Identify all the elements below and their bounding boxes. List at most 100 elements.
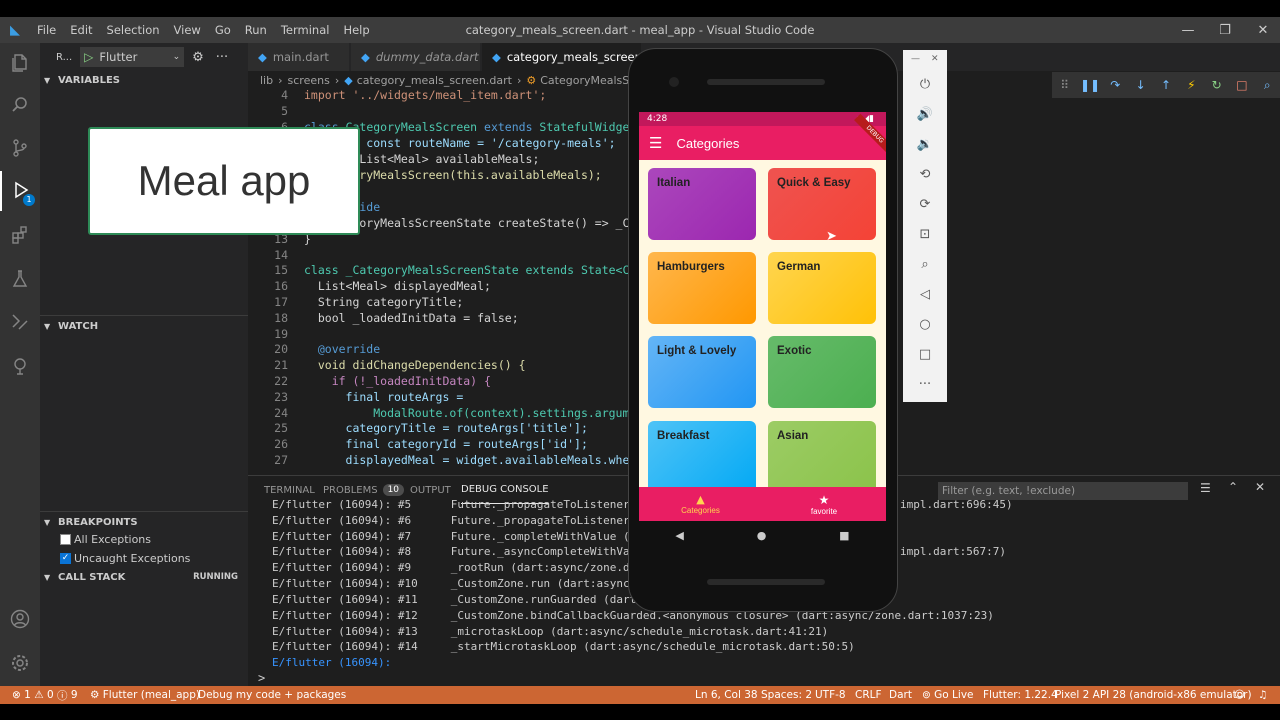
category-card[interactable]: German: [768, 252, 876, 324]
console-input[interactable]: >: [258, 671, 265, 685]
maximize-button[interactable]: ❐: [1205, 17, 1245, 43]
code-line: final categoryId = routeArgs['id'];: [304, 437, 588, 451]
pause-icon[interactable]: ❚❚: [1077, 72, 1102, 98]
menu-run[interactable]: Run: [238, 23, 274, 37]
source-control-icon[interactable]: [0, 128, 40, 168]
indentation[interactable]: Spaces: 2: [761, 686, 812, 704]
volume-down-icon[interactable]: 🔉: [903, 129, 947, 159]
breadcrumb-file[interactable]: category_meals_screen.dart: [357, 74, 512, 87]
emu-minimize-icon[interactable]: —: [911, 54, 920, 64]
back-icon[interactable]: ◀: [675, 529, 683, 542]
breadcrumb-lib[interactable]: lib: [260, 74, 273, 87]
bp-uncaught-exceptions[interactable]: ✓ Uncaught Exceptions: [60, 552, 190, 565]
inspect-icon[interactable]: ⌕: [1255, 72, 1280, 98]
bp-all-exceptions[interactable]: All Exceptions: [60, 533, 151, 546]
problems-status[interactable]: ⊗ 1 ⚠ 0 ⓘ 9: [12, 686, 78, 704]
explorer-icon[interactable]: [0, 43, 40, 83]
debug-config-select[interactable]: ▷ Flutter ⌄: [80, 47, 185, 67]
step-out-icon[interactable]: ↑: [1153, 72, 1178, 98]
checkbox-unchecked[interactable]: [60, 534, 71, 545]
zoom-icon[interactable]: ⌕: [903, 249, 947, 279]
home-circle-icon[interactable]: ○: [903, 309, 947, 339]
step-over-icon[interactable]: ↷: [1103, 72, 1128, 98]
tab-dummy-data[interactable]: ◆ dummy_data.dart: [351, 43, 481, 71]
flutter-version[interactable]: Flutter: 1.22.4: [983, 686, 1058, 704]
testing-flask-icon[interactable]: [0, 259, 40, 299]
category-card[interactable]: Quick & Easy: [768, 168, 876, 240]
recents-icon[interactable]: ■: [839, 529, 849, 542]
variables-header-label: VARIABLES: [58, 74, 120, 86]
variables-section-header[interactable]: ▼ VARIABLES: [40, 69, 248, 91]
phone-screen[interactable]: 4:28▾◢▮ ☰ Categories DEBUG Italian Quick …: [639, 112, 886, 521]
breakpoints-section-header[interactable]: ▼ BREAKPOINTS: [40, 511, 248, 533]
emu-close-icon[interactable]: ✕: [931, 54, 939, 64]
category-card[interactable]: Light & Lovely: [648, 336, 756, 408]
minimize-button[interactable]: —: [1168, 17, 1208, 43]
nav-favorite[interactable]: ★ favorite: [762, 487, 886, 521]
cursor-position[interactable]: Ln 6, Col 38: [695, 686, 758, 704]
menu-terminal[interactable]: Terminal: [274, 23, 337, 37]
language-mode[interactable]: Dart: [889, 686, 912, 704]
overview-square-icon[interactable]: □: [903, 339, 947, 369]
run-debug-icon[interactable]: 1: [0, 171, 40, 211]
nav-categories[interactable]: ▲ Categories: [639, 487, 762, 521]
menu-help[interactable]: Help: [336, 23, 376, 37]
line-number: 22: [274, 374, 288, 388]
remote-explorer-icon[interactable]: [0, 302, 40, 342]
search-icon[interactable]: [0, 85, 40, 125]
more-actions-icon[interactable]: ···: [216, 50, 228, 65]
clear-console-icon[interactable]: ☰: [1200, 481, 1211, 495]
drag-handle-icon[interactable]: ⠿: [1052, 72, 1077, 98]
code-line: categoryTitle = routeArgs['title'];: [304, 421, 588, 435]
feedback-icon[interactable]: ☺: [1234, 686, 1245, 704]
maximize-panel-icon[interactable]: ⌃: [1228, 480, 1238, 494]
menu-go[interactable]: Go: [208, 23, 238, 37]
hot-reload-icon[interactable]: ⚡: [1179, 72, 1204, 98]
menu-view[interactable]: View: [167, 23, 208, 37]
volume-up-icon[interactable]: 🔊: [903, 99, 947, 129]
category-card[interactable]: Hamburgers: [648, 252, 756, 324]
tab-category-meals-screen[interactable]: ◆ category_meals_screen.dart: [482, 43, 669, 71]
notifications-bell-icon[interactable]: ♫: [1258, 686, 1267, 704]
category-card[interactable]: Asian: [768, 421, 876, 493]
breadcrumb-screens[interactable]: screens: [288, 74, 330, 87]
debug-mode[interactable]: Debug my code + packages: [198, 686, 346, 704]
callstack-section-header[interactable]: ▼ CALL STACK RUNNING: [40, 566, 248, 588]
stop-icon[interactable]: □: [1229, 72, 1254, 98]
start-debug-icon[interactable]: ▷: [84, 50, 93, 64]
settings-gear-icon[interactable]: [0, 643, 40, 683]
close-button[interactable]: ✕: [1243, 17, 1280, 43]
close-panel-icon[interactable]: ✕: [1255, 480, 1265, 494]
rotate-left-icon[interactable]: ⟲: [903, 159, 947, 189]
screenshot-camera-icon[interactable]: ⊡: [903, 219, 947, 249]
category-card[interactable]: Breakfast: [648, 421, 756, 493]
extensions-icon[interactable]: [0, 215, 40, 255]
go-live[interactable]: ⊚ Go Live: [922, 686, 974, 704]
step-into-icon[interactable]: ↓: [1128, 72, 1153, 98]
encoding[interactable]: UTF-8: [815, 686, 846, 704]
rotate-right-icon[interactable]: ⟳: [903, 189, 947, 219]
flutter-session[interactable]: ⚙ Flutter (meal_app): [90, 686, 200, 704]
tab-main-dart[interactable]: ◆ main.dart: [248, 43, 350, 71]
speaker-grille: [707, 579, 825, 585]
live-share-icon[interactable]: [0, 346, 40, 386]
home-icon[interactable]: ●: [757, 529, 767, 542]
back-triangle-icon[interactable]: ◁: [903, 279, 947, 309]
checkbox-checked[interactable]: ✓: [60, 553, 71, 564]
menu-edit[interactable]: Edit: [63, 23, 99, 37]
device-selector[interactable]: Pixel 2 API 28 (android-x86 emulator): [1055, 686, 1252, 704]
account-icon[interactable]: [0, 599, 40, 639]
tab-label: dummy_data.dart: [375, 50, 479, 64]
menu-file[interactable]: File: [30, 23, 63, 37]
category-card[interactable]: Exotic: [768, 336, 876, 408]
menu-selection[interactable]: Selection: [100, 23, 167, 37]
line-ending[interactable]: CRLF: [855, 686, 882, 704]
power-icon[interactable]: ⏻: [903, 69, 947, 99]
watch-section-header[interactable]: ▼ WATCH: [40, 315, 248, 337]
restart-icon[interactable]: ↻: [1204, 72, 1229, 98]
debug-settings-gear-icon[interactable]: ⚙: [192, 50, 204, 65]
hamburger-menu-icon[interactable]: ☰: [649, 134, 662, 152]
console-line-tail: impl.dart:567:7): [900, 545, 1006, 558]
more-icon[interactable]: ···: [903, 369, 947, 399]
category-card[interactable]: Italian: [648, 168, 756, 240]
